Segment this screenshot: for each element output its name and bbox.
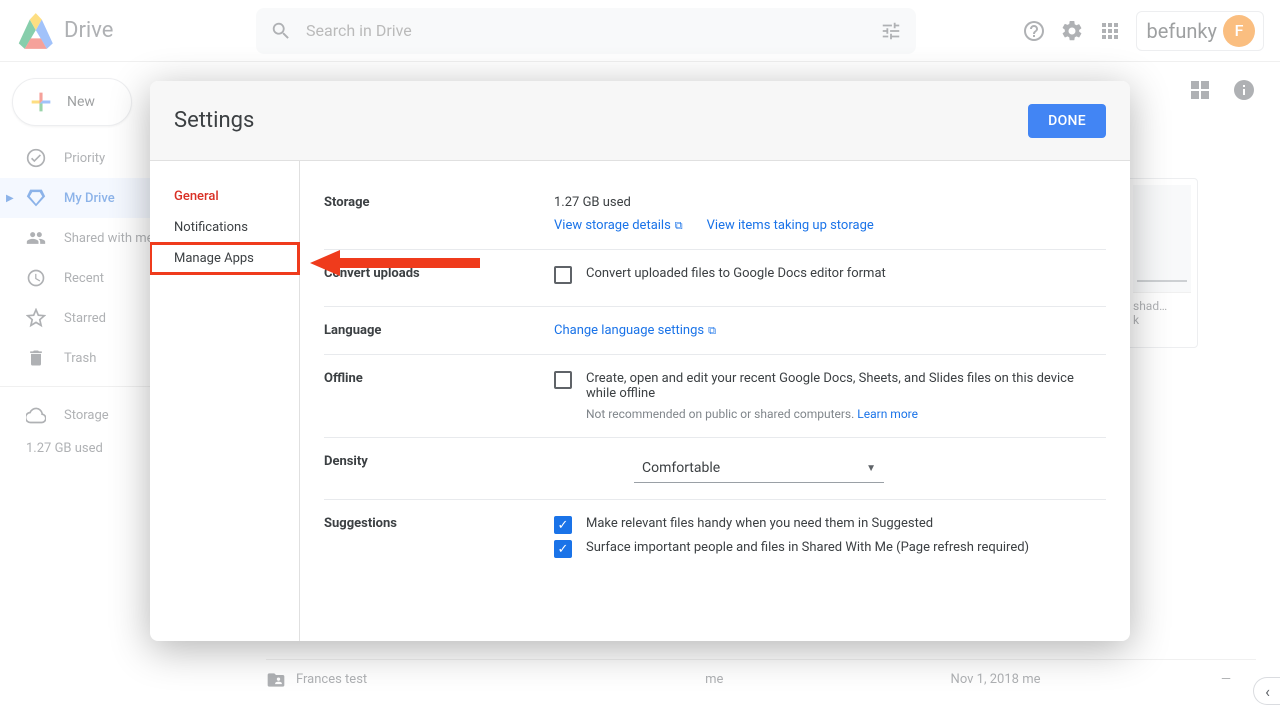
external-link-icon: ⧉	[675, 219, 683, 232]
setting-language: Language Change language settings⧉	[324, 307, 1106, 355]
setting-offline: Offline Create, open and edit your recen…	[324, 355, 1106, 438]
chevron-down-icon: ▼	[866, 463, 876, 474]
change-language-link[interactable]: Change language settings⧉	[554, 323, 716, 338]
suggestions-checkbox-1[interactable]: ✓	[554, 516, 572, 534]
nav-general[interactable]: General	[150, 181, 299, 212]
nav-notifications[interactable]: Notifications	[150, 212, 299, 243]
suggestions-text-2: Surface important people and files in Sh…	[586, 540, 1029, 555]
dialog-content: Storage 1.27 GB used View storage detail…	[300, 161, 1130, 641]
view-storage-details-link[interactable]: View storage details⧉	[554, 218, 683, 233]
density-value: Comfortable	[642, 460, 720, 476]
suggestions-checkbox-2[interactable]: ✓	[554, 540, 572, 558]
offline-hint: Not recommended on public or shared comp…	[586, 407, 854, 421]
dialog-title: Settings	[174, 108, 254, 133]
label-offline: Offline	[324, 371, 554, 421]
offline-text: Create, open and edit your recent Google…	[586, 371, 1106, 401]
setting-convert: Convert uploads Convert uploaded files t…	[324, 250, 1106, 307]
setting-density: Density Comfortable ▼	[324, 438, 1106, 500]
density-dropdown[interactable]: Comfortable ▼	[634, 454, 884, 483]
setting-storage: Storage 1.27 GB used View storage detail…	[324, 179, 1106, 250]
done-button[interactable]: DONE	[1028, 104, 1106, 138]
external-link-icon: ⧉	[708, 324, 716, 337]
offline-checkbox[interactable]	[554, 371, 572, 389]
label-convert: Convert uploads	[324, 266, 554, 290]
setting-suggestions: Suggestions ✓ Make relevant files handy …	[324, 500, 1106, 580]
dialog-nav: General Notifications Manage Apps	[150, 161, 300, 641]
label-suggestions: Suggestions	[324, 516, 554, 564]
label-language: Language	[324, 323, 554, 338]
label-density: Density	[324, 454, 554, 483]
dialog-header: Settings DONE	[150, 81, 1130, 161]
side-panel-toggle[interactable]: ‹	[1253, 677, 1280, 705]
label-storage: Storage	[324, 195, 554, 233]
settings-dialog: Settings DONE General Notifications Mana…	[150, 81, 1130, 641]
convert-text: Convert uploaded files to Google Docs ed…	[586, 266, 886, 281]
suggestions-text-1: Make relevant files handy when you need …	[586, 516, 933, 531]
nav-manage-apps[interactable]: Manage Apps	[150, 243, 299, 274]
learn-more-link[interactable]: Learn more	[857, 407, 918, 421]
storage-used: 1.27 GB used	[554, 195, 1106, 210]
convert-checkbox[interactable]	[554, 266, 572, 284]
view-items-link[interactable]: View items taking up storage	[707, 218, 874, 233]
